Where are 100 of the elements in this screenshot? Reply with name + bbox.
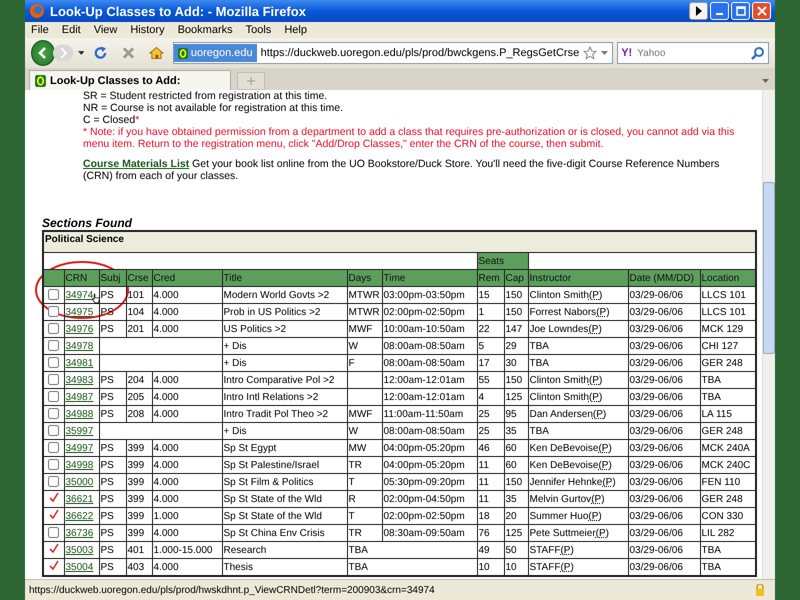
table-cell: 46: [477, 440, 504, 456]
table-cell: 4.000: [152, 456, 222, 474]
table-cell: 49: [477, 542, 504, 558]
table-cell: 50: [504, 542, 528, 558]
close-button[interactable]: [752, 2, 771, 20]
table-cell: 4.000: [152, 406, 222, 422]
table-cell: 150: [504, 474, 528, 490]
globe-icon: [29, 3, 45, 19]
primary-instructor-link[interactable]: (P): [588, 510, 602, 522]
table-cell: PS: [99, 524, 126, 542]
primary-instructor-link[interactable]: (P): [598, 442, 612, 454]
add-checkbox[interactable]: [48, 340, 60, 352]
primary-instructor-link[interactable]: (P): [560, 562, 574, 572]
add-checkbox[interactable]: [48, 442, 60, 454]
hand-cursor-icon: [92, 293, 100, 304]
instructor-name: Dan Andersen: [530, 408, 593, 420]
table-cell: 4.000: [152, 388, 222, 406]
search-bar[interactable]: Y! Yahoo: [617, 42, 769, 64]
address-field[interactable]: uoregon.edu https://duckweb.uoregon.edu/pls/prod/bwckgens.P_RegsGetCrse: [172, 42, 614, 64]
play-button[interactable]: [689, 2, 708, 20]
legend-text: NR = Course is not available for registration at this time.: [83, 102, 344, 114]
scrollbar-thumb[interactable]: [763, 182, 775, 354]
table-cell: 4.000: [152, 490, 222, 508]
minimize-button[interactable]: [710, 2, 729, 20]
add-checkbox[interactable]: [48, 459, 60, 470]
menu-item[interactable]: Bookmarks: [178, 24, 233, 36]
primary-instructor-link[interactable]: (P): [592, 408, 606, 420]
table-cell: 399: [126, 508, 152, 524]
add-checkbox[interactable]: [48, 408, 60, 420]
star-icon[interactable]: [583, 46, 598, 60]
table-cell: 150: [504, 372, 528, 388]
table-cell: Sp St Egypt: [222, 440, 347, 456]
table-cell: 399: [126, 524, 152, 542]
table-cell: Intro Intl Relations >2: [222, 388, 347, 406]
table-cell: 204: [126, 372, 152, 388]
instructor-name: TBA: [530, 340, 549, 352]
table-cell: + Dis: [222, 422, 347, 440]
table-cell: 03:00pm-03:50pm: [382, 286, 477, 304]
menu-item[interactable]: View: [94, 24, 118, 36]
instructor-name: Summer Huo: [530, 510, 588, 522]
instructor-name: TBA: [530, 358, 549, 368]
primary-instructor-link[interactable]: (P): [560, 544, 574, 556]
menu-item[interactable]: Help: [284, 24, 307, 36]
reload-icon[interactable]: [93, 45, 108, 61]
column-header: Cred: [152, 270, 222, 286]
course-materials-link[interactable]: Course Materials List: [83, 158, 190, 170]
scrollbar[interactable]: [762, 90, 775, 579]
menu-item[interactable]: Edit: [62, 24, 81, 36]
plus-icon: [247, 77, 255, 85]
primary-instructor-link[interactable]: (P): [588, 290, 602, 300]
stop-icon[interactable]: [122, 46, 135, 60]
add-checkbox[interactable]: [48, 357, 60, 368]
primary-instructor-link[interactable]: (P): [588, 374, 602, 386]
search-engine-logo[interactable]: Y!: [621, 47, 632, 59]
add-checkbox[interactable]: [48, 289, 60, 300]
primary-instructor-link[interactable]: (P): [596, 528, 609, 538]
primary-instructor-link[interactable]: (P): [598, 460, 612, 470]
add-checkbox[interactable]: [48, 391, 60, 402]
table-cell: 12:00am-12:01am: [382, 372, 477, 388]
maximize-button[interactable]: [731, 2, 750, 20]
table-cell: 4.000: [152, 320, 222, 338]
table-cell: 08:30am-09:50am: [382, 524, 477, 542]
table-cell: 03/29-06/06: [628, 388, 700, 406]
primary-instructor-link[interactable]: (P): [596, 306, 610, 318]
table-cell: 150: [504, 304, 528, 320]
home-icon[interactable]: [149, 45, 164, 61]
table-cell: US Politics >2: [222, 320, 347, 338]
table-cell: PS: [99, 388, 126, 406]
table-cell: 20: [504, 508, 528, 524]
back-button[interactable]: [31, 40, 56, 66]
table-cell: 30: [504, 354, 528, 372]
browser-tab[interactable]: Look-Up Classes to Add:: [29, 70, 231, 90]
table-cell: 201: [126, 320, 152, 338]
primary-instructor-link[interactable]: (P): [588, 392, 602, 402]
table-cell: TBA: [347, 558, 477, 576]
primary-instructor-link[interactable]: (P): [591, 494, 605, 504]
site-identity-button[interactable]: uoregon.edu: [174, 44, 257, 62]
instructor-name: Ken DeBevoise: [530, 442, 598, 454]
table-cell: 03/29-06/06: [628, 372, 700, 388]
instructor-name: Clinton Smith: [530, 290, 589, 300]
menu-item[interactable]: Tools: [246, 24, 272, 36]
table-cell: 29: [504, 338, 528, 354]
table-cell: 03/29-06/06: [628, 456, 700, 474]
add-checkbox[interactable]: [48, 323, 60, 334]
table-cell: PS: [99, 542, 126, 558]
add-checkbox[interactable]: [48, 476, 60, 488]
add-checkbox[interactable]: [48, 425, 60, 436]
primary-instructor-link[interactable]: (P): [588, 324, 602, 334]
table-cell: Sp St Film & Politics: [222, 474, 347, 490]
instructor-name: Joe Lowndes: [530, 324, 588, 334]
dropdown-icon[interactable]: [78, 51, 84, 55]
add-checkbox[interactable]: [48, 306, 60, 318]
search-icon[interactable]: [751, 46, 765, 60]
add-checkbox[interactable]: [48, 374, 60, 386]
column-header: Time: [382, 270, 477, 286]
menu-item[interactable]: History: [130, 24, 165, 36]
add-checkbox[interactable]: [48, 527, 60, 538]
table-cell: TR: [347, 524, 382, 542]
menu-item[interactable]: File: [31, 24, 49, 36]
primary-instructor-link[interactable]: (P): [602, 476, 616, 488]
